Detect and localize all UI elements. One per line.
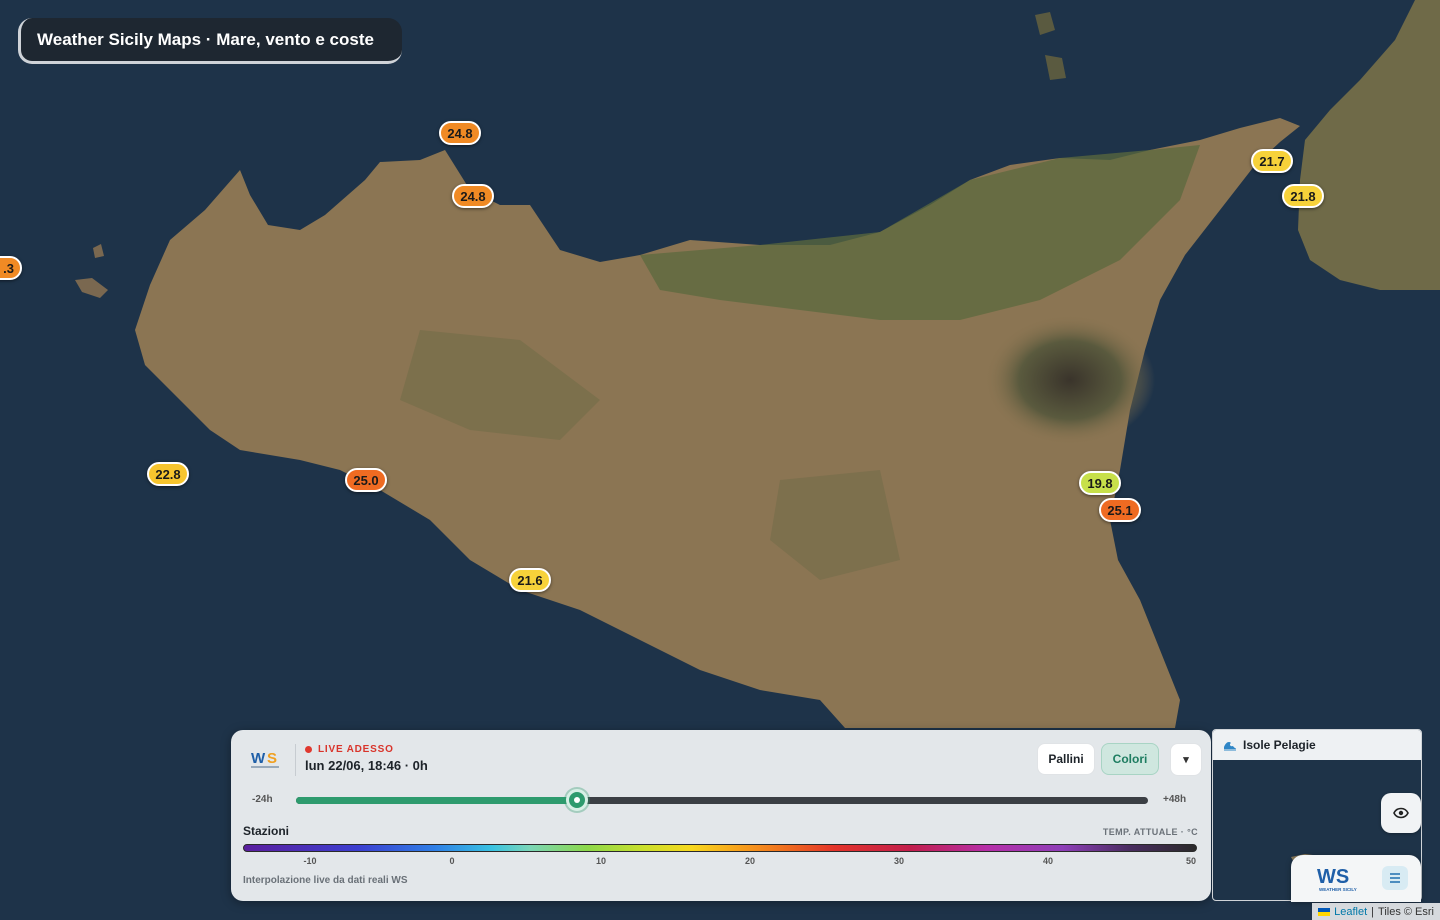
- timeline-end-label: +48h: [1163, 794, 1187, 805]
- temp-marker[interactable]: 24.8: [452, 184, 494, 208]
- timeline-track[interactable]: [296, 797, 1148, 804]
- timeline-handle[interactable]: [566, 789, 589, 811]
- leaflet-link[interactable]: Leaflet: [1334, 906, 1367, 918]
- colorbar-tick: -10: [303, 856, 317, 866]
- map-attribution: Leaflet | Tiles © Esri: [1312, 903, 1440, 920]
- live-label: LIVE ADESSO: [318, 744, 394, 755]
- inset-header: Isole Pelagie: [1213, 730, 1421, 760]
- stations-label: Stazioni: [243, 824, 290, 838]
- svg-text:W: W: [251, 750, 266, 767]
- attribution-separator: |: [1371, 905, 1375, 918]
- temp-marker[interactable]: 21.8: [1282, 184, 1324, 208]
- colori-button[interactable]: Colori: [1101, 743, 1159, 775]
- svg-text:WS: WS: [1317, 866, 1349, 888]
- app-title: Weather Sicily Maps · Mare, vento e cost…: [18, 18, 402, 64]
- temp-marker[interactable]: 25.1: [1099, 498, 1141, 522]
- colorbar-tick: 0: [449, 856, 455, 866]
- tiles-credit: Tiles © Esri: [1378, 905, 1434, 918]
- timeline-progress: [296, 797, 578, 804]
- app-title-text: Weather Sicily Maps · Mare, vento e cost…: [37, 29, 374, 49]
- colorbar-tick: 20: [744, 856, 756, 866]
- live-dot-icon: [305, 746, 312, 753]
- colorbar-tick: 10: [595, 856, 607, 866]
- colorbar-tick: 30: [893, 856, 905, 866]
- ws-logo-icon: W S: [251, 750, 279, 768]
- eye-icon[interactable]: [1381, 793, 1421, 833]
- temp-marker[interactable]: 25.0: [345, 468, 387, 492]
- colorbar-tick: 40: [1042, 856, 1054, 866]
- flag-icon: [1318, 907, 1331, 916]
- interpolation-note: Interpolazione live da dati reali WS: [243, 875, 408, 886]
- weather-sicily-logo: WS WEATHER SICILY: [1317, 866, 1357, 892]
- temp-marker[interactable]: 22.8: [147, 462, 189, 486]
- chevron-down-icon[interactable]: ▾: [1170, 743, 1202, 776]
- current-datetime: lun 22/06, 18:46 · 0h: [305, 758, 428, 773]
- wave-icon: [1224, 742, 1236, 751]
- pallini-button[interactable]: Pallini: [1037, 743, 1095, 775]
- temp-marker[interactable]: 21.6: [509, 568, 551, 592]
- live-indicator: LIVE ADESSO: [305, 744, 394, 755]
- svg-text:WEATHER SICILY: WEATHER SICILY: [1319, 887, 1357, 892]
- timeline-start-label: -24h: [252, 794, 273, 805]
- svg-text:S: S: [267, 750, 277, 767]
- menu-icon[interactable]: [1382, 866, 1408, 890]
- temp-marker[interactable]: 21.7: [1251, 149, 1293, 173]
- control-panel: W S LIVE ADESSO lun 22/06, 18:46 · 0h Pa…: [231, 730, 1211, 901]
- temp-marker[interactable]: 24.8: [439, 121, 481, 145]
- temp-marker[interactable]: 19.8: [1079, 471, 1121, 495]
- inset-title: Isole Pelagie: [1243, 738, 1316, 752]
- colorbar-tick: 50: [1185, 856, 1197, 866]
- divider: [295, 744, 296, 776]
- temperature-colorbar: [243, 844, 1197, 852]
- temperature-unit-label: TEMP. ATTUALE · °C: [1102, 827, 1198, 837]
